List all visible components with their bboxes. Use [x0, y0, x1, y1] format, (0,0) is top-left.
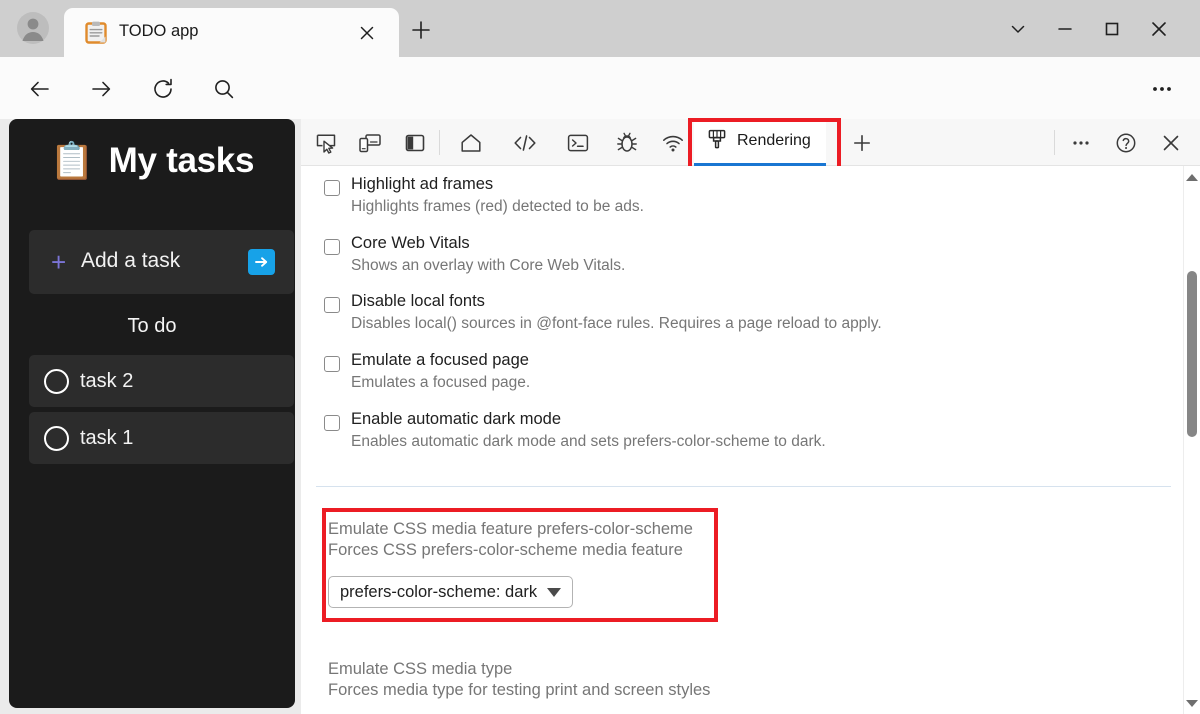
section-divider: [316, 486, 1171, 487]
arrow-left-icon[interactable]: [22, 71, 58, 107]
page-area: 📋 My tasks + Add a task To do task 2 tas…: [0, 118, 1200, 714]
media-type-section: Emulate CSS media type Forces media type…: [328, 660, 710, 714]
clipboard-icon: [85, 21, 107, 44]
media-description: Forces CSS prefers-color-scheme media fe…: [328, 541, 683, 559]
devtools-panel: Rendering Highlight ad frames Highlights…: [301, 118, 1200, 714]
toolbar-divider: [439, 130, 440, 155]
task-checkbox-icon[interactable]: [44, 368, 69, 394]
checkbox[interactable]: [324, 297, 340, 313]
add-task-submit-button[interactable]: [248, 249, 275, 275]
person-avatar-icon[interactable]: [14, 9, 52, 47]
checkbox[interactable]: [324, 356, 340, 372]
task-checkbox-icon[interactable]: [44, 425, 69, 451]
search-icon[interactable]: [206, 71, 242, 107]
debugger-bug-icon[interactable]: [612, 129, 642, 157]
add-task-placeholder: Add a task: [81, 249, 181, 272]
reload-icon[interactable]: [145, 71, 181, 107]
new-tab-button[interactable]: [405, 14, 437, 46]
browser-tab[interactable]: TODO app: [64, 8, 399, 57]
todo-header: 📋 My tasks: [9, 141, 295, 181]
elements-code-icon[interactable]: [510, 129, 540, 157]
setting-description: Disables local() sources in @font-face r…: [351, 315, 882, 332]
media-description: Forces media type for testing print and …: [328, 681, 711, 699]
clipboard-icon: 📋: [49, 140, 95, 181]
todo-app-viewport: 📋 My tasks + Add a task To do task 2 tas…: [9, 119, 295, 708]
home-icon[interactable]: [456, 129, 486, 157]
checkbox[interactable]: [324, 415, 340, 431]
browser-window: TODO app 📋 My tasks + Add a task To do t…: [0, 0, 1200, 714]
setting-title: Highlight ad frames: [351, 175, 494, 193]
media-title: Emulate CSS media feature prefers-color-…: [328, 520, 693, 538]
task-row[interactable]: task 1: [29, 412, 294, 464]
paintbrush-icon: [706, 128, 728, 155]
media-title: Emulate CSS media type: [328, 660, 513, 678]
devtools-toolbar: Rendering: [301, 118, 1200, 171]
task-label: task 1: [80, 426, 134, 449]
dock-side-icon[interactable]: [400, 129, 430, 157]
close-icon[interactable]: [355, 21, 379, 45]
setting-title: Enable automatic dark mode: [351, 410, 562, 428]
rendering-settings-list: Highlight ad frames Highlights frames (r…: [301, 166, 1200, 714]
tab-rendering[interactable]: Rendering: [694, 119, 826, 166]
title-bar: TODO app: [0, 0, 1200, 57]
setting-title: Disable local fonts: [351, 292, 485, 310]
tab-title: TODO app: [119, 22, 199, 40]
task-label: task 2: [80, 369, 134, 392]
media-feature-prefers-color-scheme: Emulate CSS media feature prefers-color-…: [328, 520, 693, 608]
setting-description: Shows an overlay with Core Web Vitals.: [351, 257, 626, 274]
maximize-icon[interactable]: [1088, 9, 1135, 49]
minimize-icon[interactable]: [1041, 9, 1088, 49]
plus-icon: +: [51, 247, 67, 277]
checkbox[interactable]: [324, 180, 340, 196]
browser-toolbar: localhost:8080/demo-to-do/: [0, 57, 1200, 169]
task-list: task 2 task 1: [29, 355, 294, 469]
select-value: prefers-color-scheme: dark: [340, 582, 538, 601]
page-title: My tasks: [108, 141, 255, 180]
add-tab-button[interactable]: [849, 130, 875, 156]
task-row[interactable]: task 2: [29, 355, 294, 407]
window-controls: [994, 0, 1200, 57]
toolbar-divider: [1054, 130, 1055, 155]
chevron-down-icon: [547, 587, 562, 597]
setting-title: Core Web Vitals: [351, 234, 470, 252]
inspect-element-icon[interactable]: [311, 129, 341, 157]
triangle-up-icon[interactable]: [1184, 168, 1200, 186]
todo-section-title: To do: [127, 315, 177, 337]
device-emulation-icon[interactable]: [355, 129, 385, 157]
console-terminal-icon[interactable]: [563, 129, 593, 157]
tab-label: Rendering: [737, 132, 811, 149]
setting-description: Enables automatic dark mode and sets pre…: [351, 433, 826, 450]
setting-description: Emulates a focused page.: [351, 374, 531, 391]
devtools-scrollbar[interactable]: [1183, 166, 1200, 714]
more-options-icon[interactable]: [1066, 129, 1096, 157]
setting-description: Highlights frames (red) detected to be a…: [351, 198, 644, 215]
close-devtools-icon[interactable]: [1156, 129, 1186, 157]
close-icon[interactable]: [1135, 9, 1182, 49]
arrow-right-icon[interactable]: [83, 71, 119, 107]
prefers-color-scheme-select[interactable]: prefers-color-scheme: dark: [328, 576, 574, 608]
setting-title: Emulate a focused page: [351, 351, 529, 369]
triangle-down-icon[interactable]: [1184, 694, 1200, 712]
scrollbar-thumb[interactable]: [1187, 271, 1197, 437]
network-wifi-icon[interactable]: [658, 129, 688, 157]
help-icon[interactable]: [1111, 129, 1141, 157]
add-task-input[interactable]: + Add a task: [29, 230, 294, 294]
checkbox[interactable]: [324, 239, 340, 255]
chevron-down-icon[interactable]: [994, 9, 1041, 49]
ellipsis-icon[interactable]: [1146, 73, 1178, 105]
